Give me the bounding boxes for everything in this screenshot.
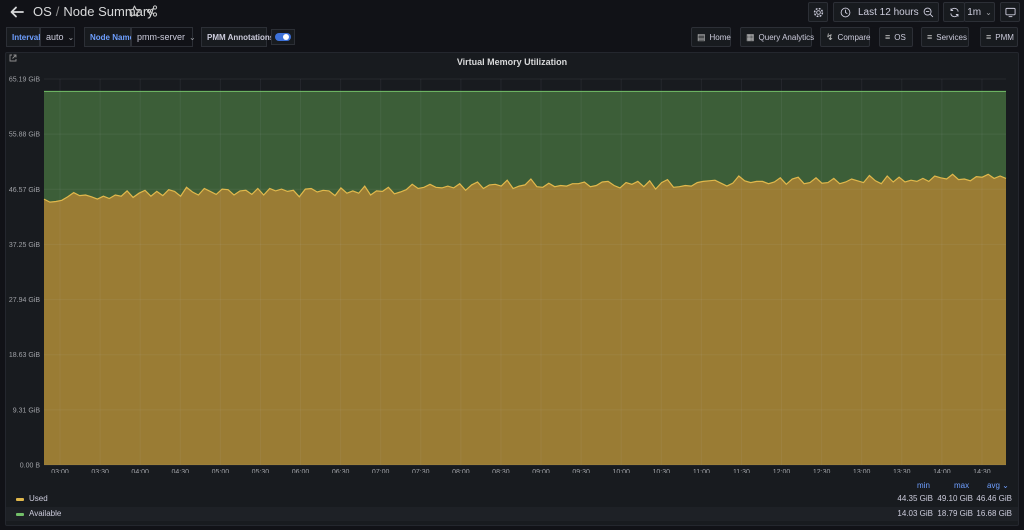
share-icon[interactable] [146,5,158,17]
link-services-label: Services [936,32,967,42]
legend-header-min[interactable]: min [917,481,930,490]
x-tick-label: 13:00 [853,469,871,473]
legend-series-name: Used [29,494,48,503]
chevron-down-icon: ⌄ [67,32,75,42]
toggle-knob [283,34,289,40]
legend-header-avg[interactable]: avg ⌄ [987,481,1009,490]
link-query-analytics[interactable]: ▦ Query Analytics [740,27,815,47]
menu-icon: ≡ [986,32,992,42]
pmm-annotations-toggle[interactable] [271,29,295,45]
zoom-out-button[interactable] [919,2,939,22]
link-services[interactable]: ≡ Services [921,27,969,47]
x-tick-label: 04:30 [172,469,190,473]
x-tick-label: 03:00 [51,469,69,473]
clock-icon [840,7,851,17]
link-home-label: Home [709,32,731,42]
x-tick-label: 07:00 [372,469,390,473]
x-tick-label: 11:30 [733,469,750,473]
legend-header-avg-label: avg [987,481,1000,490]
link-home[interactable]: ▤ Home [691,27,731,47]
x-tick-label: 07:30 [412,469,430,473]
time-range-label: Last 12 hours [858,6,919,18]
legend-avg: 46.46 GiB [976,494,1012,503]
legend-row-used[interactable]: Used 44.35 GiB 49.10 GiB 46.46 GiB [6,492,1018,506]
x-tick-label: 09:30 [572,469,590,473]
x-tick-label: 08:00 [452,469,470,473]
menu-icon: ≡ [927,32,933,42]
monitor-icon [1004,7,1016,17]
x-tick-label: 14:30 [973,469,991,473]
x-tick-label: 14:00 [933,469,951,473]
x-tick-label: 10:30 [653,469,671,473]
x-tick-label: 08:30 [492,469,510,473]
breadcrumb-folder[interactable]: OS [33,4,52,19]
interval-value: auto [46,32,64,42]
legend-swatch-used [16,498,24,501]
variables-row: Interval auto ⌄ Node Name pmm-server ⌄ P… [0,27,1024,47]
top-navbar: OS / Node Summary Last 12 hours ⌄ [0,0,1024,24]
x-tick-label: 13:30 [893,469,911,473]
y-tick-label: 9.31 GiB [13,407,41,414]
x-tick-label: 05:00 [212,469,230,473]
bolt-icon: ↯ [826,31,834,42]
legend-header-max[interactable]: max [954,481,969,490]
chevron-down-icon: ⌄ [189,32,196,42]
gear-icon [813,7,823,17]
document-icon: ▤ [697,31,706,42]
x-tick-label: 12:00 [773,469,791,473]
y-tick-label: 55.88 GiB [9,132,40,139]
tv-mode-button[interactable] [1000,2,1020,22]
y-tick-label: 0.00 B [20,463,41,470]
node-name-value: pmm-server [137,32,186,42]
link-compare-label: Compare [837,32,871,42]
legend-row-available[interactable]: Available 14.03 GiB 18.79 GiB 16.68 GiB [6,507,1018,521]
star-icon[interactable] [128,5,141,18]
x-tick-label: 10:00 [612,469,630,473]
sort-chevron-icon: ⌄ [1002,481,1009,490]
link-compare[interactable]: ↯ Compare [820,27,870,47]
pmm-annotations-label: PMM Annotations [201,27,274,47]
legend-swatch-available [16,513,24,516]
link-os[interactable]: ≡ OS [879,27,913,47]
link-query-analytics-label: Query Analytics [758,32,815,42]
refresh-button[interactable] [943,2,965,22]
x-tick-label: 05:30 [252,469,270,473]
node-name-select[interactable]: pmm-server ⌄ [131,27,196,47]
y-tick-label: 65.19 GiB [9,77,40,84]
refresh-icon [949,7,959,17]
x-tick-label: 04:00 [131,469,149,473]
virtual-memory-panel: Virtual Memory Utilization 0.00 B 9.31 Gi… [5,52,1019,526]
y-tick-label: 37.25 GiB [9,242,40,249]
y-tick-label: 18.63 GiB [9,352,40,359]
interval-select[interactable]: auto ⌄ [40,27,75,47]
refresh-interval-picker[interactable]: 1m ⌄ [964,2,995,22]
y-tick-label: 46.57 GiB [9,187,40,194]
chevron-down-icon: ⌄ [985,7,992,17]
node-name-variable-label: Node Name [84,27,134,47]
x-tick-label: 09:00 [532,469,550,473]
grid-icon: ▦ [746,31,755,42]
x-tick-label: 06:00 [292,469,310,473]
x-tick-label: 11:00 [693,469,710,473]
x-tick-label: 06:30 [332,469,350,473]
x-tick-label: 03:30 [91,469,109,473]
link-pmm-label: PMM [995,32,1014,42]
breadcrumb-separator: / [55,4,60,19]
zoom-out-icon [923,7,934,17]
refresh-interval-label: 1m [967,6,982,18]
back-arrow-icon[interactable] [9,4,25,20]
link-os-label: OS [894,32,906,42]
legend-series-name: Available [29,509,62,518]
y-tick-label: 27.94 GiB [9,297,40,304]
settings-button[interactable] [808,2,828,22]
interval-variable-label: Interval [6,27,40,47]
memory-chart[interactable]: 0.00 B 9.31 GiB 18.63 GiB 27.94 GiB 37.25 Gi… [6,53,1018,473]
legend-avg: 16.68 GiB [976,509,1012,518]
link-pmm[interactable]: ≡ PMM [980,27,1018,47]
menu-icon: ≡ [885,32,891,42]
x-tick-label: 12:30 [813,469,831,473]
